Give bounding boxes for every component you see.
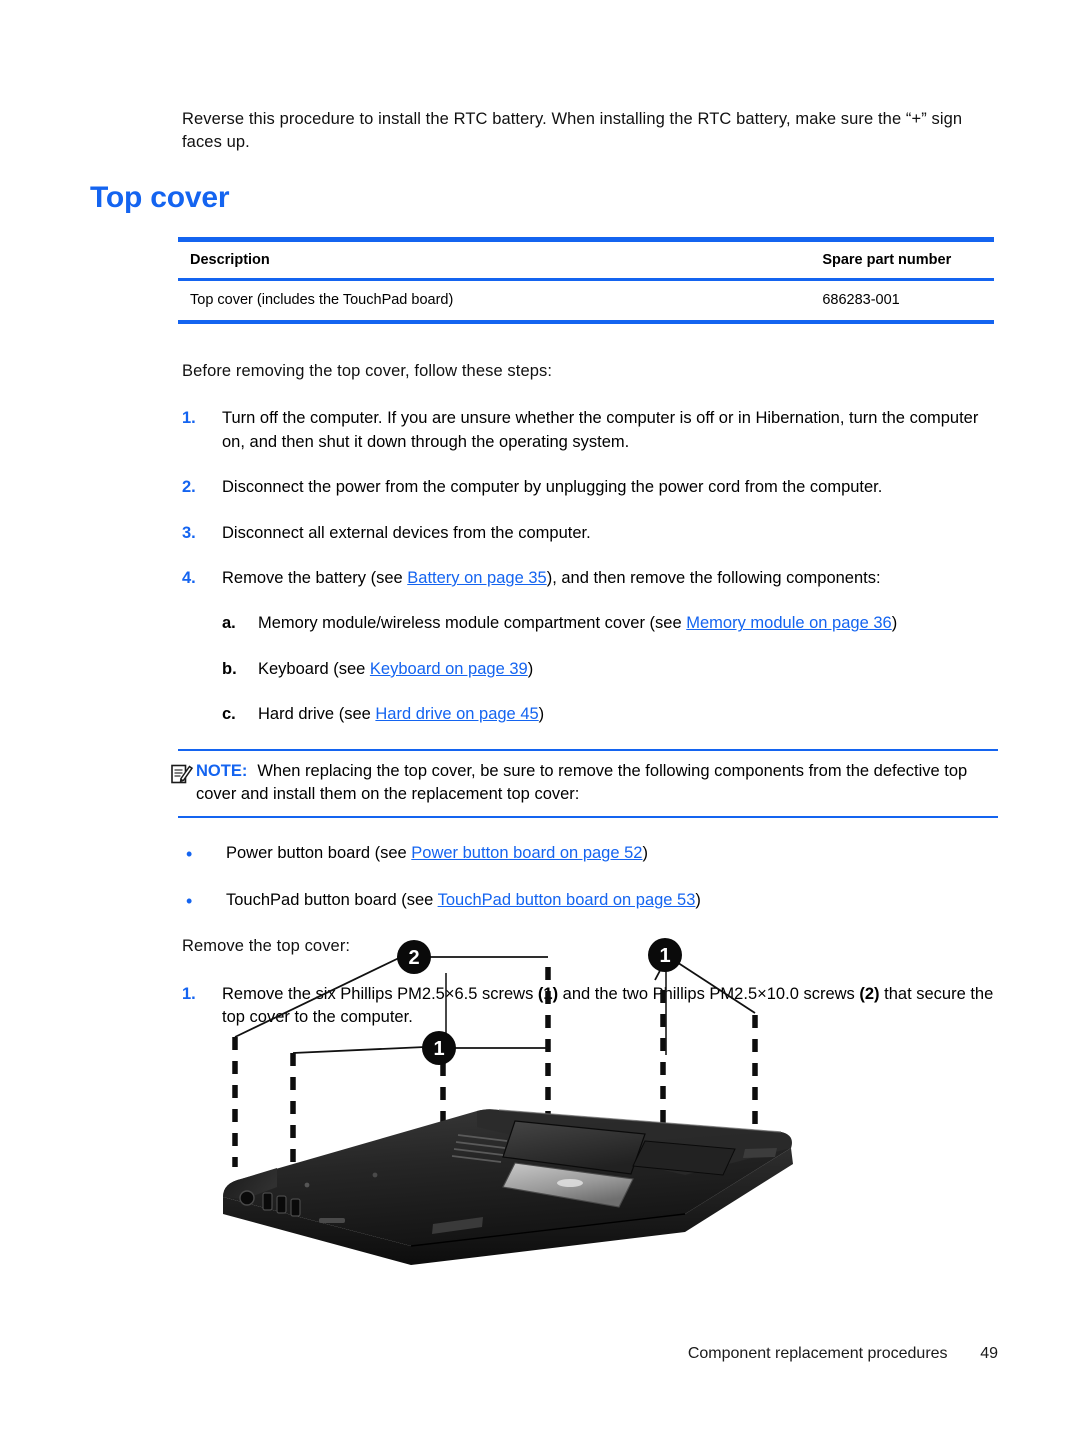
note-bullet-2-text-before: TouchPad button board (see <box>226 890 438 909</box>
callout-badge-1-inner-label: 1 <box>433 1038 444 1060</box>
hard-drive-label <box>557 1179 583 1187</box>
laptop-device <box>223 1109 793 1265</box>
step-3-text: Disconnect all external devices from the… <box>222 523 591 542</box>
column-header-description: Description <box>190 251 270 268</box>
substep-a-marker: a. <box>222 614 236 633</box>
link-memory-module-page-36[interactable]: Memory module on page 36 <box>686 614 891 632</box>
bullet-marker: • <box>186 844 193 865</box>
speaker-grille-right <box>743 1148 777 1158</box>
screw-hole <box>372 1172 378 1178</box>
step-1-number: 1. <box>182 409 196 428</box>
substep-c-text-after: ) <box>538 705 545 724</box>
step-3-number: 3. <box>182 523 196 542</box>
note-bullet-1-text-after: ) <box>642 844 648 863</box>
step-4-text: Remove the battery (see Battery on page … <box>222 567 998 590</box>
table-header: Description Spare part number <box>178 239 994 280</box>
step-4-number: 4. <box>182 568 196 587</box>
laptop-bottom-illustration: 2 1 1 <box>215 935 815 1275</box>
callout-badge-2: 2 <box>397 940 431 974</box>
cell-spare-part-number: 686283-001 <box>822 291 900 308</box>
table-body: Top cover (includes the TouchPad board) … <box>178 279 994 322</box>
bullet-marker: • <box>186 890 193 911</box>
substep-b: b. Keyboard (see Keyboard on page 39) <box>182 658 998 681</box>
table-header-row: Description Spare part number <box>178 239 994 280</box>
screw-hole <box>304 1182 310 1188</box>
note-bullet-2-text: TouchPad button board (see TouchPad butt… <box>226 889 998 913</box>
before-steps-lead-in: Before removing the top cover, follow th… <box>182 361 553 380</box>
callout-ref-2: (2) <box>859 984 880 1003</box>
step-1: 1. Turn off the computer. If you are uns… <box>182 407 998 454</box>
callout-badge-2-label: 2 <box>408 947 419 969</box>
page-footer: Component replacement procedures 49 <box>182 1345 998 1363</box>
page-title: Top cover <box>90 180 230 214</box>
note-text: NOTE: When replacing the top cover, be su… <box>178 760 998 807</box>
substep-a-text: Memory module/wireless module compartmen… <box>258 612 998 635</box>
step-2-text: Disconnect the power from the computer b… <box>222 478 883 497</box>
link-power-button-board-page-52[interactable]: Power button board on page 52 <box>411 844 642 862</box>
substep-a-text-before: Memory module/wireless module compartmen… <box>258 614 687 633</box>
note-bullet-2: • TouchPad button board (see TouchPad bu… <box>182 889 998 913</box>
step-4-text-before: Remove the battery (see <box>222 568 408 587</box>
step-4-text-after: ), and then remove the following compone… <box>546 568 881 587</box>
substep-c-marker: c. <box>222 705 236 724</box>
note-admonition: NOTE: When replacing the top cover, be su… <box>171 748 998 819</box>
link-battery-page-35[interactable]: Battery on page 35 <box>407 569 546 587</box>
substep-b-text-after: ) <box>527 659 534 678</box>
spare-part-table: Description Spare part number Top cover … <box>178 237 994 324</box>
column-header-spare-part-number: Spare part number <box>822 251 952 268</box>
note-body: When replacing the top cover, be sure to… <box>196 761 968 804</box>
substep-a: a. Memory module/wireless module compart… <box>182 612 998 635</box>
step-3: 3. Disconnect all external devices from … <box>182 522 998 545</box>
note-bullet-1-text: Power button board (see Power button boa… <box>226 842 998 866</box>
step-2: 2. Disconnect the power from the compute… <box>182 476 998 499</box>
footer-page-number: 49 <box>980 1345 998 1362</box>
substep-c-text: Hard drive (see Hard drive on page 45) <box>258 703 998 726</box>
footer-chapter-title: Component replacement procedures <box>687 1345 948 1362</box>
substep-c: c. Hard drive (see Hard drive on page 45… <box>182 703 998 726</box>
link-keyboard-page-39[interactable]: Keyboard on page 39 <box>370 660 528 678</box>
callout-badge-1-inner: 1 <box>422 1031 456 1065</box>
note-label: NOTE: <box>196 761 248 780</box>
step-4: 4. Remove the battery (see Battery on pa… <box>182 567 998 590</box>
substep-b-text: Keyboard (see Keyboard on page 39) <box>258 658 998 681</box>
intro-paragraph: Reverse this procedure to install the RT… <box>182 110 963 152</box>
callout-badge-1-right: 1 <box>648 938 682 972</box>
callout-badge-1-right-label: 1 <box>659 945 670 967</box>
illustration-svg: 2 1 1 <box>223 938 793 1265</box>
link-hard-drive-page-45[interactable]: Hard drive on page 45 <box>375 705 538 723</box>
note-bullet-2-text-after: ) <box>695 890 701 909</box>
screw-shaft-lines <box>445 965 667 1055</box>
battery-latch <box>319 1218 345 1223</box>
substep-b-text-before: Keyboard (see <box>258 659 370 678</box>
substep-c-text-before: Hard drive (see <box>258 705 376 724</box>
link-touchpad-button-board-page-53[interactable]: TouchPad button board on page 53 <box>438 891 696 909</box>
note-bullet-1-text-before: Power button board (see <box>226 844 412 863</box>
note-clipboard-icon <box>168 761 194 787</box>
substep-a-text-after: ) <box>891 614 898 633</box>
step-1-text: Turn off the computer. If you are unsure… <box>222 409 979 451</box>
page-content: Reverse this procedure to install the RT… <box>90 108 998 1051</box>
table-row: Top cover (includes the TouchPad board) … <box>178 279 994 322</box>
document-page: Reverse this procedure to install the RT… <box>0 0 1080 1437</box>
callout-leader-lines <box>234 954 756 1054</box>
substep-b-marker: b. <box>222 659 237 678</box>
step-2-number: 2. <box>182 478 196 497</box>
note-bullet-1: • Power button board (see Power button b… <box>182 842 998 866</box>
cell-description: Top cover (includes the TouchPad board) <box>190 291 454 308</box>
